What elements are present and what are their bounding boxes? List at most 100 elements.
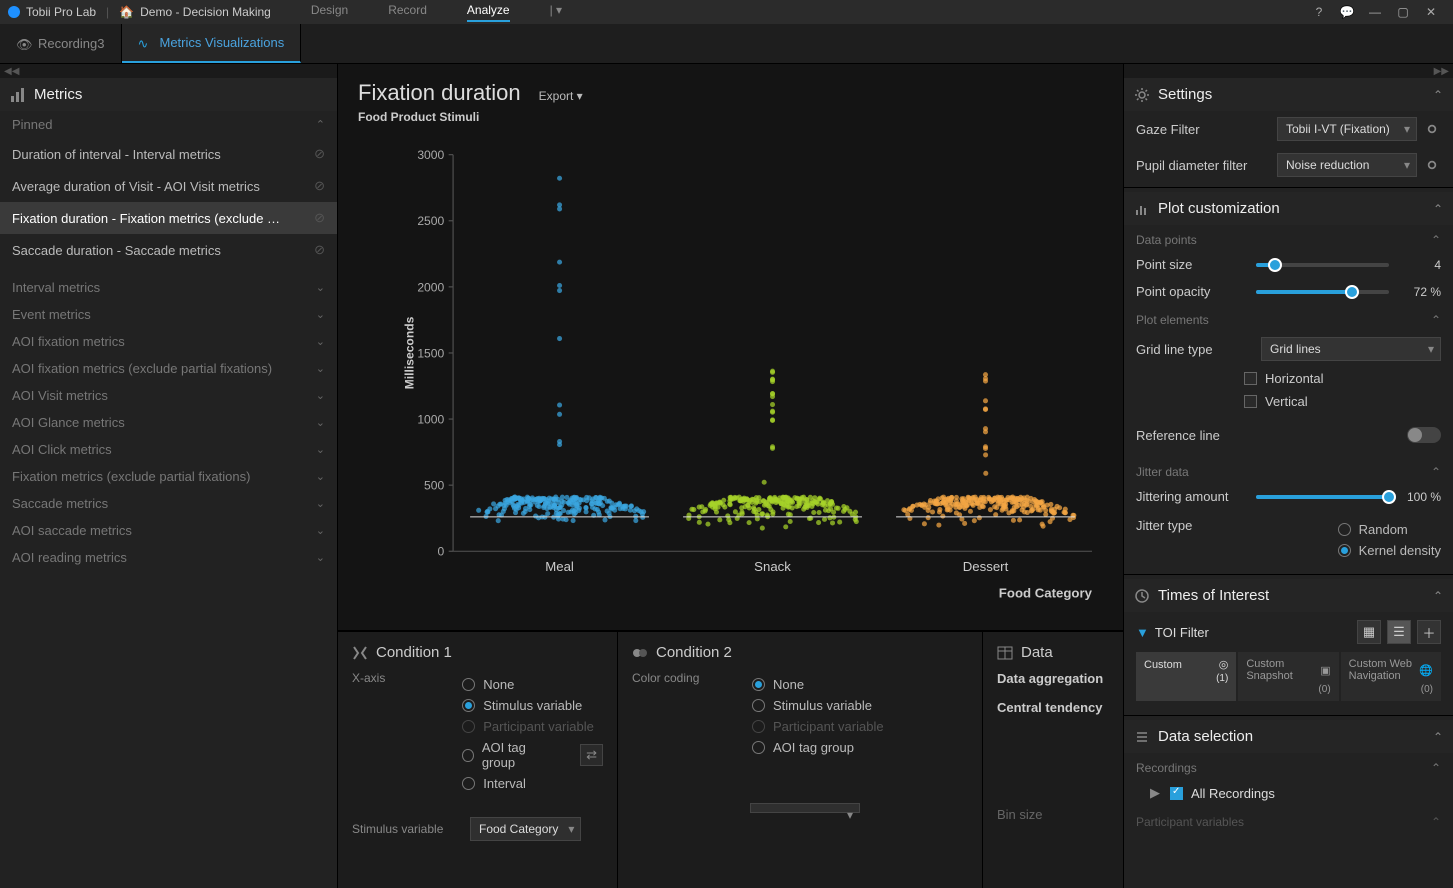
window-minimize[interactable]: — <box>1361 5 1389 19</box>
metric-group[interactable]: AOI Visit metrics⌄ <box>0 382 337 409</box>
jitter-amount-slider[interactable]: Jittering amount 100 % <box>1124 483 1453 510</box>
chevron-down-icon: ⌄ <box>316 551 325 564</box>
condition-1-column: Condition 1 X-axis NoneStimulus variable… <box>338 632 618 888</box>
metric-group[interactable]: AOI fixation metrics (exclude partial fi… <box>0 355 337 382</box>
app-name: Tobii Pro Lab <box>26 5 96 19</box>
chart-subtitle: Food Product Stimuli <box>338 110 1123 130</box>
unpin-icon[interactable]: ⊘ <box>314 146 325 162</box>
toi-grid-view[interactable]: ▦ <box>1357 620 1381 644</box>
jitter-kernel-radio[interactable]: Kernel density <box>1338 543 1441 558</box>
pupil-filter-select[interactable]: Noise reduction <box>1277 153 1417 177</box>
radio-icon <box>462 699 475 712</box>
condition-option[interactable]: AOI tag group <box>752 740 884 755</box>
reference-line-toggle[interactable] <box>1407 427 1441 443</box>
data-selection-header[interactable]: Data selection ⌃ <box>1124 720 1453 753</box>
condition-option[interactable]: Stimulus variable <box>462 698 603 713</box>
svg-text:3000: 3000 <box>417 148 444 162</box>
metric-group[interactable]: AOI saccade metrics⌄ <box>0 517 337 544</box>
pinned-metric-item[interactable]: Saccade duration - Saccade metrics⊘ <box>0 234 337 266</box>
toi-list-view[interactable]: ☰ <box>1387 620 1411 644</box>
grid-horizontal-checkbox[interactable]: Horizontal <box>1124 367 1453 390</box>
pinned-metric-item[interactable]: Average duration of Visit - AOI Visit me… <box>0 170 337 202</box>
gaze-filter-select[interactable]: Tobii I-VT (Fixation) <box>1277 117 1417 141</box>
pinned-metric-item[interactable]: Fixation duration - Fixation metrics (ex… <box>0 202 337 234</box>
point-opacity-slider[interactable]: Point opacity 72 % <box>1124 278 1453 305</box>
metric-group[interactable]: Event metrics⌄ <box>0 301 337 328</box>
conditions-panel: Condition 1 X-axis NoneStimulus variable… <box>338 630 1123 888</box>
all-recordings-row[interactable]: ▶ All Recordings <box>1124 779 1453 807</box>
help-icon[interactable]: ? <box>1305 5 1333 19</box>
all-recordings-checkbox[interactable] <box>1170 787 1183 800</box>
svg-text:1000: 1000 <box>417 412 444 426</box>
plot-custom-title: Plot customization <box>1158 200 1280 217</box>
svg-text:Snack: Snack <box>754 559 791 574</box>
group-label: Fixation metrics (exclude partial fixati… <box>12 469 250 484</box>
color-variable-select[interactable] <box>750 803 860 813</box>
grid-line-type-select[interactable]: Grid lines <box>1261 337 1441 361</box>
toi-pill[interactable]: Custom◎(1) <box>1136 652 1236 701</box>
condition-option[interactable]: None <box>462 677 603 692</box>
grid-vertical-checkbox[interactable]: Vertical <box>1124 390 1453 413</box>
radio-icon <box>462 777 475 790</box>
pupil-filter-settings-icon[interactable] <box>1423 156 1441 174</box>
metrics-panel-title: Metrics <box>34 86 82 103</box>
pupil-filter-label: Pupil diameter filter <box>1136 158 1277 173</box>
mode-analyze[interactable]: Analyze <box>467 3 510 22</box>
condition-option[interactable]: Interval <box>462 776 603 791</box>
mode-record[interactable]: Record <box>388 3 427 22</box>
unpin-icon[interactable]: ⊘ <box>314 178 325 194</box>
swap-button[interactable]: ⇄ <box>580 744 603 766</box>
metric-group[interactable]: AOI reading metrics⌄ <box>0 544 337 571</box>
group-label: AOI Click metrics <box>12 442 112 457</box>
stimulus-variable-select[interactable]: Food Category <box>470 817 581 841</box>
metric-group[interactable]: AOI Glance metrics⌄ <box>0 409 337 436</box>
mode-design[interactable]: Design <box>311 3 348 22</box>
metric-group[interactable]: AOI fixation metrics⌄ <box>0 328 337 355</box>
metric-label: Average duration of Visit - AOI Visit me… <box>12 179 260 194</box>
data-table-icon <box>997 645 1013 661</box>
condition-option[interactable]: AOI tag group⇄ <box>462 740 603 770</box>
pinned-metric-item[interactable]: Duration of interval - Interval metrics⊘ <box>0 138 337 170</box>
collapse-left-icon[interactable]: ◀◀ <box>0 64 337 78</box>
camera-icon: ▣ <box>1320 664 1330 677</box>
settings-header[interactable]: Settings ⌃ <box>1124 78 1453 111</box>
condition-option[interactable]: Stimulus variable <box>752 698 884 713</box>
condition-option[interactable]: None <box>752 677 884 692</box>
clock-icon <box>1134 588 1150 604</box>
participant-vars-label: Participant variables <box>1136 815 1244 829</box>
tab-recording[interactable]: 👁 Recording3 <box>0 24 122 63</box>
toi-pill[interactable]: Custom Snapshot▣(0) <box>1238 652 1338 701</box>
window-close[interactable]: ✕ <box>1417 5 1445 19</box>
mode-dropdown[interactable]: | ▾ <box>550 3 562 22</box>
metric-group[interactable]: Saccade metrics⌄ <box>0 490 337 517</box>
gaze-filter-settings-icon[interactable] <box>1423 120 1441 138</box>
pinned-group[interactable]: Pinned ⌃ <box>0 111 337 138</box>
collapse-right-icon[interactable]: ▶▶ <box>1124 64 1453 78</box>
window-maximize[interactable]: ▢ <box>1389 5 1417 19</box>
metric-group[interactable]: AOI Click metrics⌄ <box>0 436 337 463</box>
color-coding-label: Color coding <box>632 671 732 761</box>
tab-metrics-viz[interactable]: ∿ Metrics Visualizations <box>122 24 302 63</box>
metric-group[interactable]: Fixation metrics (exclude partial fixati… <box>0 463 337 490</box>
feedback-icon[interactable]: 💬 <box>1333 5 1361 19</box>
svg-text:Meal: Meal <box>545 559 574 574</box>
toi-add-button[interactable]: ＋ <box>1417 620 1441 644</box>
point-size-slider[interactable]: Point size 4 <box>1124 251 1453 278</box>
chevron-up-icon: ⌃ <box>1433 589 1443 603</box>
jitter-random-radio[interactable]: Random <box>1338 522 1441 537</box>
chevron-down-icon: ⌄ <box>316 524 325 537</box>
metric-group[interactable]: Interval metrics⌄ <box>0 274 337 301</box>
pinned-label: Pinned <box>12 117 52 132</box>
toi-header[interactable]: Times of Interest ⌃ <box>1124 579 1453 612</box>
export-button[interactable]: Export ▾ <box>539 89 583 103</box>
condition-option: Participant variable <box>462 719 603 734</box>
plot-custom-header[interactable]: Plot customization ⌃ <box>1124 192 1453 225</box>
home-icon[interactable]: 🏠 <box>119 5 134 19</box>
toi-pill[interactable]: Custom Web Navigation🌐(0) <box>1341 652 1441 701</box>
recordings-label: Recordings <box>1136 761 1197 775</box>
toi-title: Times of Interest <box>1158 587 1269 604</box>
unpin-icon[interactable]: ⊘ <box>314 210 325 226</box>
metric-label: Fixation duration - Fixation metrics (ex… <box>12 211 282 226</box>
unpin-icon[interactable]: ⊘ <box>314 242 325 258</box>
gear-icon <box>1134 87 1150 103</box>
